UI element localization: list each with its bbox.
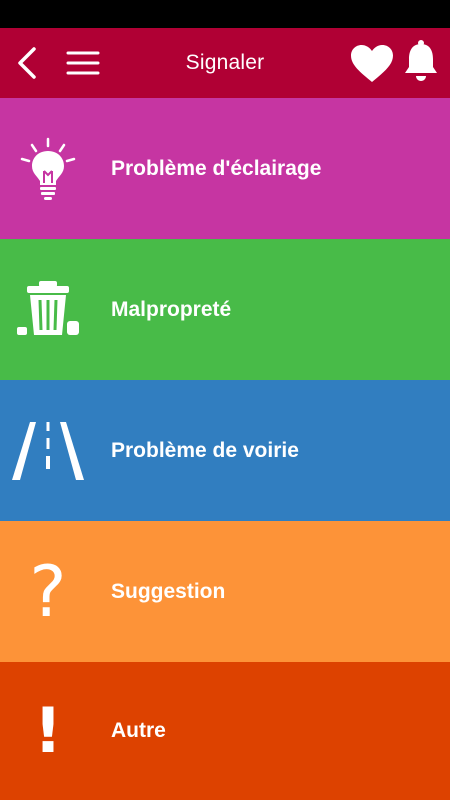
top-navbar: Signaler: [0, 28, 450, 98]
category-cleanliness[interactable]: Malpropreté: [0, 239, 450, 380]
category-label: Autre: [111, 719, 166, 742]
favorites-button[interactable]: [350, 44, 394, 84]
chevron-left-icon: [18, 47, 36, 79]
app-screen: Signaler Problème d'éclairage Malpropret…: [0, 0, 450, 800]
category-label: Suggestion: [111, 579, 226, 603]
road-icon: [8, 411, 88, 491]
category-lighting[interactable]: Problème d'éclairage: [0, 98, 450, 239]
category-road[interactable]: Problème de voirie: [0, 380, 450, 521]
category-label: Problème de voirie: [111, 438, 299, 462]
notifications-button[interactable]: [403, 39, 439, 83]
lightbulb-icon: [8, 129, 88, 209]
question-mark-glyph: ?: [29, 550, 67, 633]
menu-button[interactable]: [66, 49, 100, 77]
exclamation-mark-icon: !: [8, 691, 88, 771]
exclamation-mark-glyph: !: [33, 694, 63, 767]
heart-icon: [351, 45, 393, 82]
category-list: Problème d'éclairage Malpropreté Problèm…: [0, 98, 450, 800]
hamburger-menu-icon: [66, 51, 100, 75]
category-other[interactable]: ! Autre: [0, 662, 450, 800]
category-label: Problème d'éclairage: [111, 156, 322, 180]
category-suggestion[interactable]: ? Suggestion: [0, 521, 450, 662]
bell-icon: [405, 40, 437, 81]
category-label: Malpropreté: [111, 297, 232, 321]
back-button[interactable]: [14, 45, 42, 81]
question-mark-icon: ?: [8, 552, 88, 632]
trash-can-icon: [8, 270, 88, 350]
status-bar: [0, 0, 450, 28]
